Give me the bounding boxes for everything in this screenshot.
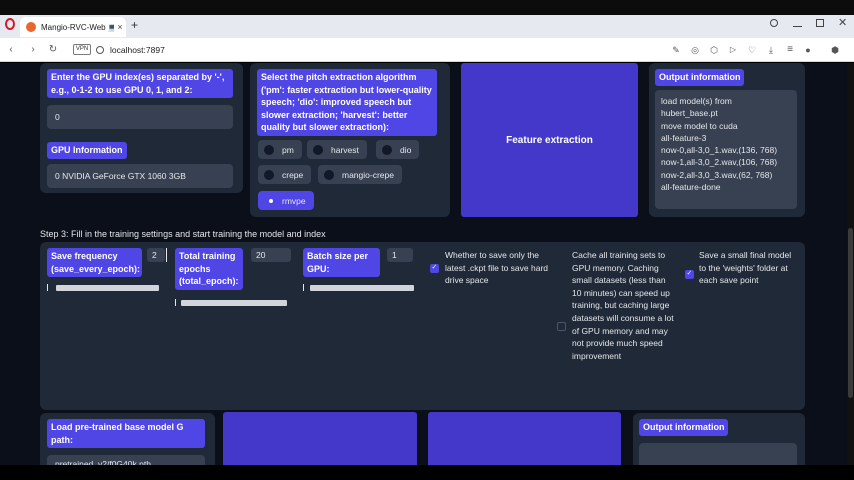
output-panel-bottom: Output information [633, 413, 805, 465]
output-info-bottom-field[interactable] [639, 443, 797, 465]
download-icon[interactable]: ⤓ [764, 42, 778, 58]
cache-gpu-checkbox[interactable] [557, 322, 566, 331]
gpu-index-input[interactable]: 0 [47, 105, 233, 129]
restore-icon[interactable] [816, 19, 824, 27]
vpn-badge[interactable]: VPN [73, 44, 91, 55]
radio-icon [264, 169, 274, 180]
batch-size-input[interactable]: 1 [387, 248, 413, 262]
radio-icon [382, 144, 392, 155]
camera-icon[interactable]: ◎ [688, 42, 702, 58]
scrollbar-thumb[interactable] [848, 228, 853, 398]
step3-heading: Step 3: Fill in the training settings an… [40, 229, 326, 239]
pitch-option-label: pm [282, 144, 294, 155]
pretrained-g-panel: Load pre-trained base model G path: pret… [40, 413, 215, 465]
pitch-option-label: mangio-crepe [342, 169, 394, 180]
output-info-label: Output information [655, 69, 745, 86]
save-frequency-slider[interactable] [56, 285, 159, 291]
close-window-icon[interactable]: ✕ [838, 16, 847, 29]
text-cursor [166, 248, 167, 262]
total-epochs-input[interactable]: 20 [251, 248, 291, 262]
pitch-option-label: rmvpe [282, 195, 306, 206]
pitch-option-rmvpe[interactable]: rmvpe [258, 191, 314, 210]
pitch-option-pm[interactable]: pm [258, 140, 302, 159]
batch-size-handle[interactable] [303, 284, 304, 291]
shield-icon[interactable]: ⬡ [707, 42, 721, 58]
new-tab-icon[interactable]: + [131, 18, 138, 32]
pitch-option-crepe[interactable]: crepe [258, 165, 312, 184]
search-tabs-icon[interactable] [770, 19, 778, 27]
batch-size-label: Batch size per GPU: [303, 248, 380, 277]
radio-icon [324, 169, 334, 180]
feature-extraction-button[interactable]: Feature extraction [461, 63, 638, 217]
app-page: Enter the GPU index(es) separated by '-'… [0, 63, 854, 465]
training-settings-panel: Save frequency (save_every_epoch): 2 Tot… [40, 242, 805, 410]
window-top-strip [0, 0, 854, 15]
page-scrollbar[interactable] [847, 63, 854, 465]
pretrained-g-label: Load pre-trained base model G path: [47, 419, 205, 448]
url-text[interactable]: localhost:7897 [110, 43, 165, 57]
window-bottom-strip [0, 465, 854, 480]
site-info-icon[interactable] [96, 46, 104, 54]
pitch-option-harvest[interactable]: harvest [307, 140, 367, 159]
close-tab-icon[interactable]: × [114, 22, 126, 32]
pretrained-g-input[interactable]: pretrained_v2/f0G40k.pth [47, 455, 205, 465]
pitch-option-label: harvest [331, 144, 359, 155]
cache-gpu-text: Cache all training sets to GPU memory. C… [572, 250, 674, 361]
save-frequency-input[interactable]: 2 [147, 248, 165, 262]
radio-icon [264, 144, 274, 155]
pitch-panel: Select the pitch extraction algorithm ('… [250, 63, 450, 217]
pitch-option-label: crepe [282, 169, 304, 180]
pitch-option-label: dio [400, 144, 412, 155]
save-weights-checkbox[interactable] [685, 269, 694, 279]
total-epochs-handle[interactable] [175, 299, 176, 306]
total-epochs-slider[interactable] [181, 300, 287, 306]
browser-address-bar: ‹ › ↻ VPN localhost:7897 ✎ ◎ ⬡ ▷ ♡ ⤓ ≡ ●… [0, 38, 854, 62]
save-frequency-label: Save frequency (save_every_epoch): [47, 248, 142, 277]
gpu-index-label: Enter the GPU index(es) separated by '-'… [47, 69, 233, 98]
batch-size-slider[interactable] [310, 285, 414, 291]
browser-tab-bar: Mangio-RVC-Web 💻 × + ✕ [0, 15, 854, 38]
extensions-icon[interactable]: ⬢ [828, 42, 842, 58]
play-icon[interactable]: ▷ [726, 42, 740, 58]
save-latest-checkbox[interactable] [430, 263, 439, 273]
gpu-panel: Enter the GPU index(es) separated by '-'… [40, 63, 243, 193]
heart-icon[interactable]: ♡ [745, 42, 759, 58]
minimize-icon[interactable] [793, 26, 802, 27]
opera-logo-icon[interactable] [5, 18, 15, 30]
train-index-button[interactable] [428, 412, 621, 465]
save-frequency-handle[interactable] [47, 284, 48, 291]
output-info-text[interactable]: load model(s) from hubert_base.pt move m… [655, 90, 797, 209]
forward-icon[interactable]: › [26, 42, 40, 58]
radio-icon [313, 144, 323, 155]
train-model-button[interactable] [223, 412, 417, 465]
edit-icon[interactable]: ✎ [669, 42, 683, 58]
save-latest-text: Whether to save only the latest .ckpt fi… [445, 250, 548, 286]
gpu-info-field: 0 NVIDIA GeForce GTX 1060 3GB [47, 164, 233, 188]
pitch-label: Select the pitch extraction algorithm ('… [257, 69, 437, 136]
output-panel-top: Output information load model(s) from hu… [649, 63, 805, 217]
gpu-info-label: GPU Information [47, 142, 127, 159]
back-icon[interactable]: ‹ [4, 42, 18, 58]
reload-icon[interactable]: ↻ [46, 42, 60, 58]
total-epochs-label: Total training epochs (total_epoch): [175, 248, 243, 290]
radio-selected-icon [269, 198, 273, 203]
save-weights-text: Save a small final model to the 'weights… [699, 250, 792, 286]
output-info-label-bottom: Output information [639, 419, 729, 436]
browser-tab[interactable]: Mangio-RVC-Web 💻 × [20, 17, 126, 37]
tab-title: Mangio-RVC-Web 💻 [41, 22, 114, 32]
tab-favicon-icon [26, 22, 36, 32]
profile-icon[interactable]: ● [801, 42, 815, 58]
menu-icon[interactable]: ≡ [783, 42, 797, 58]
pitch-option-dio[interactable]: dio [376, 140, 420, 159]
pitch-option-mangio-crepe[interactable]: mangio-crepe [318, 165, 402, 184]
